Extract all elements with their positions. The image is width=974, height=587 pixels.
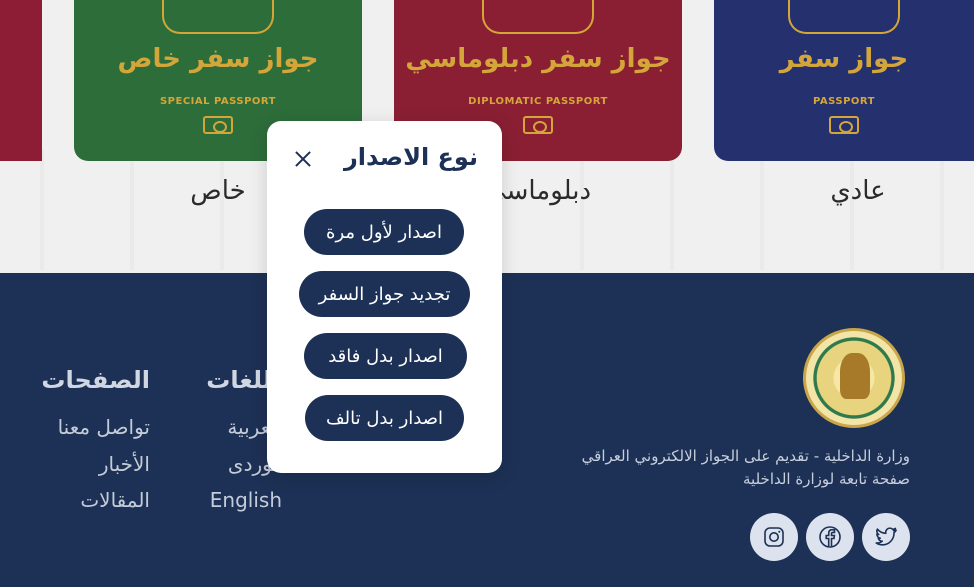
passport-arabic-title: جواز سفر — [779, 44, 909, 74]
first-issuance-button[interactable]: اصدار لأول مرة — [304, 209, 464, 255]
twitter-icon — [875, 527, 897, 546]
footer-link-articles[interactable]: المقالات — [30, 488, 150, 512]
footer-link-news[interactable]: الأخبار — [30, 452, 150, 476]
chip-icon — [523, 116, 553, 134]
language-english[interactable]: English — [190, 488, 282, 512]
eagle-emblem-icon — [840, 353, 870, 399]
close-icon[interactable] — [291, 147, 315, 171]
ministry-logo — [803, 328, 905, 428]
instagram-icon — [764, 527, 784, 547]
facebook-icon — [819, 526, 841, 548]
emblem-icon — [162, 0, 274, 34]
passport-english-title: DIPLOMATIC PASSPORT — [468, 96, 608, 107]
org-subtitle: صفحة تابعة لوزارة الداخلية — [743, 470, 910, 488]
pages-heading: الصفحات — [41, 366, 150, 394]
passport-caption-regular[interactable]: عادي — [714, 176, 974, 206]
footer-link-contact[interactable]: تواصل معنا — [30, 415, 150, 439]
passport-arabic-title: جواز سفر خاص — [117, 44, 319, 74]
emblem-icon — [482, 0, 594, 34]
passport-card-regular[interactable]: جواز سفر PASSPORT — [714, 0, 974, 161]
org-description: وزارة الداخلية - تقديم على الجواز الالكت… — [581, 447, 910, 465]
passport-card-partial[interactable] — [0, 0, 42, 161]
damaged-replacement-button[interactable]: اصدار بدل تالف — [305, 395, 464, 441]
passport-arabic-title: جواز سفر دبلوماسي — [405, 44, 671, 74]
instagram-button[interactable] — [750, 513, 798, 561]
twitter-button[interactable] — [862, 513, 910, 561]
renew-passport-button[interactable]: تجديد جواز السفر — [299, 271, 470, 317]
emblem-icon — [788, 0, 900, 34]
modal-title: نوع الاصدار — [343, 143, 478, 171]
lost-replacement-button[interactable]: اصدار بدل فاقد — [304, 333, 467, 379]
issuance-type-modal: نوع الاصدار اصدار لأول مرة تجديد جواز ال… — [267, 121, 502, 473]
chip-icon — [203, 116, 233, 134]
passport-english-title: PASSPORT — [812, 96, 875, 107]
facebook-button[interactable] — [806, 513, 854, 561]
chip-icon — [829, 116, 859, 134]
passport-english-title: SPECIAL PASSPORT — [159, 96, 277, 107]
